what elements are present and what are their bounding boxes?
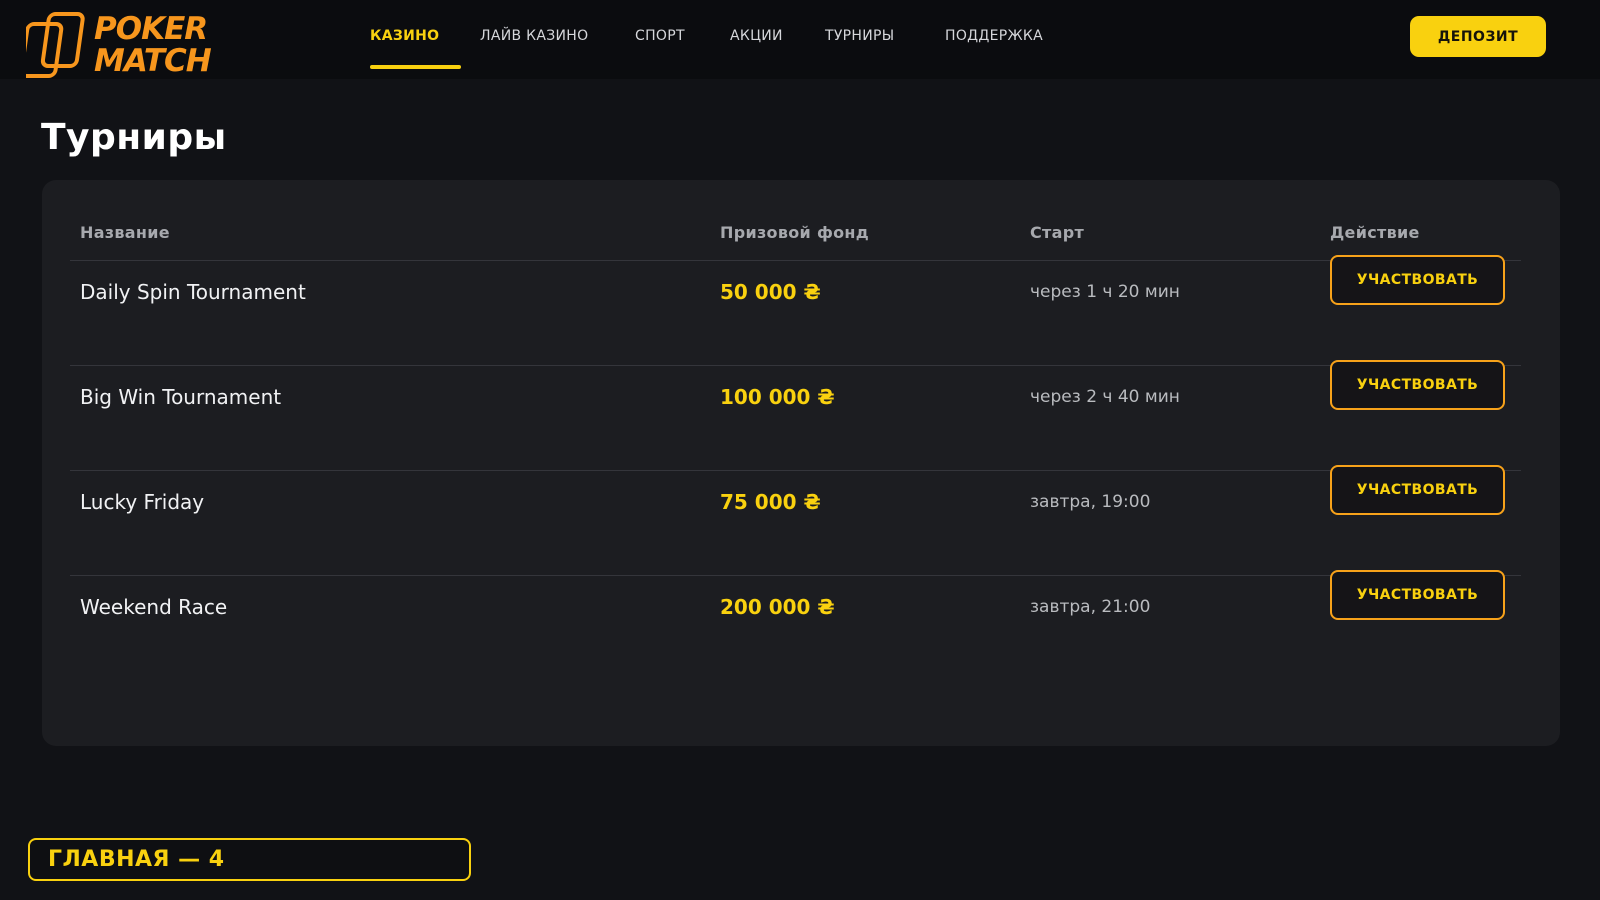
column-header-start: Старт <box>1030 223 1085 242</box>
prize-pool: 75 000 ₴ <box>720 490 821 514</box>
top-header: POKER MATCH КАЗИНО ЛАЙВ КАЗИНО СПОРТ АКЦ… <box>0 0 1600 79</box>
start-time: завтра, 21:00 <box>1030 597 1151 617</box>
column-header-action: Действие <box>1330 223 1420 242</box>
tournaments-panel: Название Призовой фонд Старт Действие Da… <box>42 180 1560 746</box>
table-row: Weekend Race 200 000 ₴ завтра, 21:00 УЧА… <box>70 570 1521 680</box>
start-time: через 1 ч 20 мин <box>1030 282 1180 302</box>
start-time: завтра, 19:00 <box>1030 492 1151 512</box>
prize-pool: 100 000 ₴ <box>720 385 835 409</box>
nav-item-promotions[interactable]: АКЦИИ <box>730 28 783 44</box>
column-header-name: Название <box>80 223 170 242</box>
tournament-name: Daily Spin Tournament <box>80 280 306 304</box>
join-button[interactable]: УЧАСТВОВАТЬ <box>1330 360 1505 410</box>
main-nav: КАЗИНО ЛАЙВ КАЗИНО СПОРТ АКЦИИ ТУРНИРЫ П… <box>0 0 1600 79</box>
start-time: через 2 ч 40 мин <box>1030 387 1180 407</box>
tournament-name: Weekend Race <box>80 595 228 619</box>
join-button[interactable]: УЧАСТВОВАТЬ <box>1330 465 1505 515</box>
nav-active-indicator <box>370 65 461 69</box>
join-button[interactable]: УЧАСТВОВАТЬ <box>1330 255 1505 305</box>
join-button[interactable]: УЧАСТВОВАТЬ <box>1330 570 1505 620</box>
nav-item-casino[interactable]: КАЗИНО <box>370 28 439 44</box>
table-row: Lucky Friday 75 000 ₴ завтра, 19:00 УЧАС… <box>70 465 1521 575</box>
table-row: Daily Spin Tournament 50 000 ₴ через 1 ч… <box>70 255 1521 365</box>
prize-pool: 50 000 ₴ <box>720 280 821 304</box>
nav-item-support[interactable]: ПОДДЕРЖКА <box>945 28 1043 44</box>
nav-item-sport[interactable]: СПОРТ <box>635 28 685 44</box>
nav-item-live-casino[interactable]: ЛАЙВ КАЗИНО <box>480 28 588 44</box>
footer-home-label[interactable]: ГЛАВНАЯ — 4 <box>28 838 471 881</box>
prize-pool: 200 000 ₴ <box>720 595 835 619</box>
tournament-name: Lucky Friday <box>80 490 205 514</box>
deposit-button[interactable]: ДЕПОЗИТ <box>1410 16 1546 57</box>
column-header-prize: Призовой фонд <box>720 223 869 242</box>
nav-item-tournaments[interactable]: ТУРНИРЫ <box>825 28 894 44</box>
page-title: Турниры <box>41 117 227 158</box>
table-row: Big Win Tournament 100 000 ₴ через 2 ч 4… <box>70 360 1521 470</box>
tournament-name: Big Win Tournament <box>80 385 282 409</box>
